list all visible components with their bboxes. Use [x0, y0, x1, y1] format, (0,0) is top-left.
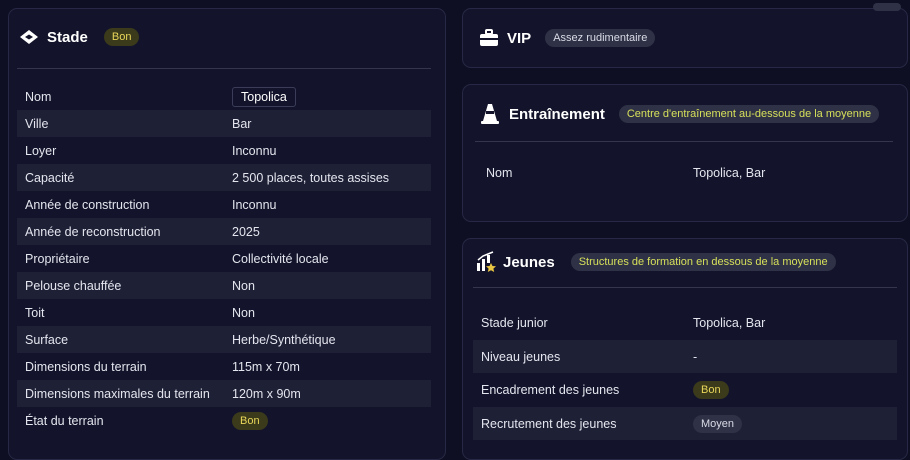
row-value: Bar [232, 116, 252, 131]
table-row: Loyer Inconnu [17, 137, 431, 164]
table-row: Propriétaire Collectivité locale [17, 245, 431, 272]
row-value: 115m x 70m [232, 359, 300, 374]
row-value: Non [232, 305, 255, 320]
row-label: Pelouse chauffée [25, 278, 122, 293]
jeunes-status-badge: Structures de formation en dessous de la… [570, 253, 836, 271]
briefcase-icon [479, 29, 499, 47]
stade-status-badge: Bon [103, 28, 140, 46]
table-row: Année de reconstruction 2025 [17, 218, 431, 245]
row-value: Non [232, 278, 255, 293]
row-label: Propriétaire [25, 251, 90, 266]
row-label: Nom [25, 89, 52, 104]
row-label: Dimensions du terrain [25, 359, 147, 374]
row-label: Recrutement des jeunes [481, 416, 617, 431]
vip-title: VIP [507, 29, 532, 47]
table-row: Encadrement des jeunes Bon [473, 373, 897, 407]
row-label: Nom [486, 166, 513, 180]
row-label: Loyer [25, 143, 57, 158]
entrainement-title: Entraînement [509, 105, 605, 123]
row-label: Stade junior [481, 316, 548, 330]
row-value: 2 500 places, toutes assises [232, 170, 390, 185]
row-value: Herbe/Synthétique [232, 332, 336, 347]
row-label: Dimensions maximales du terrain [25, 386, 210, 401]
row-label: Niveau jeunes [481, 349, 561, 364]
table-row: Stade junior Topolica, Bar [473, 306, 897, 340]
recruitment-badge: Moyen [693, 414, 743, 433]
jeunes-title: Jeunes [503, 253, 555, 271]
jeunes-divider [473, 287, 897, 288]
entrainement-table: Nom Topolica, Bar [475, 159, 893, 187]
vip-status-badge: Assez rudimentaire [545, 29, 656, 47]
table-row: État du terrain Bon [17, 407, 431, 434]
row-label: État du terrain [25, 413, 104, 428]
table-row: Nom Topolica, Bar [475, 159, 893, 187]
stade-title: Stade [47, 28, 88, 46]
row-value: - [693, 349, 698, 364]
jeunes-table: Stade junior Topolica, Bar Niveau jeunes… [473, 306, 897, 440]
entrainement-card: Entraînement Centre d'entraînement au-de… [462, 84, 908, 222]
table-row: Recrutement des jeunes Moyen [473, 407, 897, 440]
table-row: Dimensions maximales du terrain 120m x 9… [17, 380, 431, 407]
row-value: 120m x 90m [232, 386, 301, 401]
row-value: Collectivité locale [232, 251, 329, 266]
row-label: Encadrement des jeunes [481, 383, 620, 397]
table-row: Toit Non [17, 299, 431, 326]
row-label: Ville [25, 116, 49, 131]
stade-table: Nom Topolica Ville Bar Loyer Inconnu Cap… [17, 83, 431, 434]
stadium-icon [19, 27, 39, 47]
table-row: Pelouse chauffée Non [17, 272, 431, 299]
row-value: Inconnu [232, 143, 277, 158]
table-row: Dimensions du terrain 115m x 70m [17, 353, 431, 380]
entrainement-status-badge: Centre d'entraînement au-dessous de la m… [618, 105, 880, 123]
vip-card: VIP Assez rudimentaire [462, 3, 908, 68]
row-value: Topolica, Bar [693, 316, 766, 330]
row-value: Inconnu [232, 197, 277, 212]
row-label: Surface [25, 332, 69, 347]
youth-chart-star-icon [475, 251, 497, 273]
row-label: Année de construction [25, 197, 150, 212]
table-row: Ville Bar [17, 110, 431, 137]
row-label: Année de reconstruction [25, 224, 161, 239]
row-value: 2025 [232, 224, 260, 239]
stade-card: Stade Bon Nom Topolica Ville Bar Loyer I… [8, 8, 446, 460]
table-row: Année de construction Inconnu [17, 191, 431, 218]
coaching-badge: Bon [693, 381, 729, 399]
stade-divider [17, 68, 431, 69]
stadium-name-field: Topolica [232, 86, 296, 107]
entrainement-divider [475, 141, 893, 142]
table-row: Niveau jeunes - [473, 340, 897, 373]
row-label: Toit [25, 305, 45, 320]
jeunes-card: Jeunes Structures de formation en dessou… [462, 238, 908, 460]
table-row: Surface Herbe/Synthétique [17, 326, 431, 353]
pitch-condition-badge: Bon [232, 411, 268, 430]
row-label: Capacité [25, 170, 75, 185]
table-row: Capacité 2 500 places, toutes assises [17, 164, 431, 191]
table-row: Nom Topolica [17, 83, 431, 110]
cone-icon [481, 103, 499, 125]
scroll-handle [873, 3, 901, 11]
row-value: Topolica, Bar [693, 166, 766, 180]
